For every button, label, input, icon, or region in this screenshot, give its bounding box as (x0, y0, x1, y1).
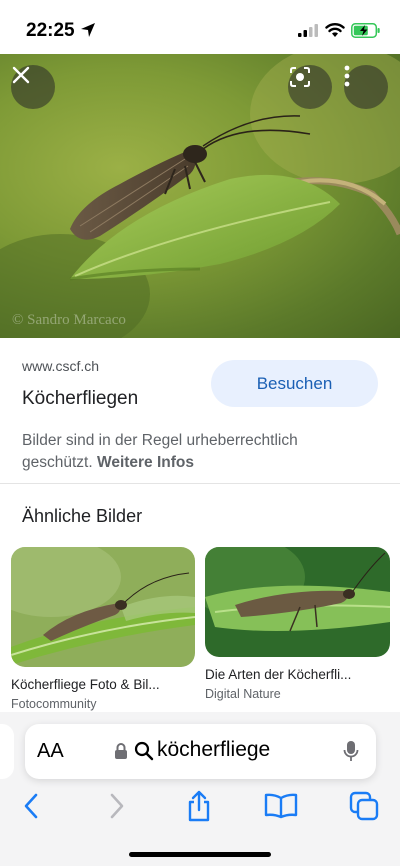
search-icon (134, 741, 154, 761)
similar-thumbnail[interactable] (11, 547, 195, 667)
more-options-button[interactable] (344, 65, 388, 109)
home-indicator[interactable] (129, 852, 271, 857)
lock-icon (115, 743, 127, 759)
chevron-left-icon (24, 793, 38, 819)
caddisfly-thumbnail-image (205, 547, 390, 657)
aa-label: AA (37, 740, 64, 762)
cellular-signal-icon (298, 24, 318, 37)
book-icon (264, 793, 298, 819)
copyright-notice: Bilder sind in der Regel urheberrechtlic… (22, 430, 372, 474)
more-vert-icon (344, 65, 350, 87)
lens-search-button[interactable] (288, 65, 332, 109)
page-settings-button[interactable]: AA (37, 740, 64, 763)
close-button[interactable] (11, 65, 55, 109)
similar-source: Digital Nature (205, 687, 281, 701)
divider (0, 483, 400, 484)
similar-source: Fotocommunity (11, 697, 97, 711)
close-icon (12, 66, 30, 84)
location-arrow-icon (81, 23, 95, 37)
battery-charging-icon (351, 23, 380, 38)
previous-tab-peek[interactable] (0, 724, 14, 779)
wifi-icon (325, 23, 345, 37)
back-button[interactable] (13, 788, 49, 824)
similar-image-card[interactable]: Die Arten der Köcherfli... Digital Natur… (205, 547, 390, 701)
share-button[interactable] (181, 788, 217, 824)
microphone-icon[interactable] (343, 740, 359, 762)
address-bar[interactable]: AA köcherfliege (25, 724, 376, 779)
tabs-icon (349, 791, 379, 821)
visit-button[interactable]: Besuchen (211, 360, 378, 407)
similar-title[interactable]: Köcherfliege Foto & Bil... (11, 677, 195, 692)
forward-button[interactable] (99, 788, 135, 824)
similar-thumbnail[interactable] (205, 547, 390, 657)
bookmarks-button[interactable] (263, 788, 299, 824)
status-time: 22:25 (26, 20, 75, 41)
photo-watermark: © Sandro Marcaco (12, 312, 126, 328)
chevron-right-icon (110, 793, 124, 819)
similar-image-card[interactable]: Köcherfliege Foto & Bil... Fotocommunity (11, 547, 195, 711)
lens-icon (290, 67, 310, 87)
share-icon (188, 790, 210, 822)
hero-image[interactable]: © Sandro Marcaco (0, 54, 400, 338)
result-source[interactable]: www.cscf.ch (22, 358, 99, 374)
caddisfly-photo (0, 54, 400, 338)
url-text[interactable]: köcherfliege (157, 738, 270, 762)
similar-images-heading: Ähnliche Bilder (22, 506, 143, 526)
result-title[interactable]: Köcherfliegen (22, 388, 138, 410)
caddisfly-thumbnail-image (11, 547, 195, 667)
tabs-button[interactable] (346, 788, 382, 824)
similar-title[interactable]: Die Arten der Köcherfli... (205, 667, 390, 682)
more-info-link[interactable]: Weitere Infos (97, 454, 194, 471)
status-bar: 22:25 (0, 0, 400, 54)
